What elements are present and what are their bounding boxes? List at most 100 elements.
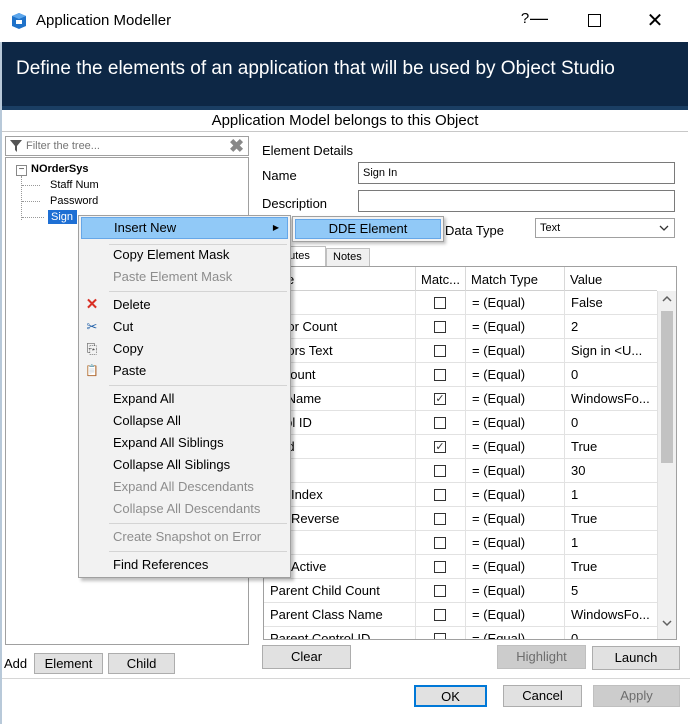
match-type[interactable]: = (Equal) (466, 387, 565, 411)
attribute-name[interactable]: Parent Control ID (264, 627, 416, 639)
tree-item-staff-num[interactable]: Staff Num (50, 179, 99, 191)
table-row[interactable]: ntrol ID= (Equal)0 (264, 411, 657, 435)
name-field[interactable] (358, 162, 675, 184)
menu-item-delete[interactable]: ✕ Delete (81, 294, 288, 316)
description-field[interactable] (358, 190, 675, 212)
minimize-button[interactable]: — (530, 8, 548, 29)
match-checkbox[interactable]: ✓ (434, 393, 446, 405)
table-row[interactable]: ive= (Equal)False (264, 291, 657, 315)
match-type[interactable]: = (Equal) (466, 435, 565, 459)
menu-item-insert-new[interactable]: Insert New ▶ (81, 217, 288, 239)
attribute-value[interactable]: WindowsFo... (565, 387, 657, 411)
match-checkbox[interactable] (434, 513, 446, 525)
match-checkbox[interactable] (434, 321, 446, 333)
menu-item-find-references[interactable]: Find References (81, 554, 288, 576)
table-row[interactable]: tch Index = (Equal) 1 (264, 483, 657, 507)
attribute-value[interactable]: 5 (565, 579, 657, 603)
tree-item-sign-in[interactable]: Sign (48, 210, 78, 224)
attribute-value[interactable]: WindowsFo... (565, 603, 657, 627)
tab-notes[interactable]: Notes (326, 248, 370, 266)
attributes-grid[interactable]: ame Matc... Match Type Value ive= (Equal… (263, 266, 677, 640)
match-type[interactable]: = (Equal) (466, 459, 565, 483)
table-row[interactable]: ght= (Equal)30 (264, 459, 657, 483)
match-type[interactable]: = (Equal) (466, 531, 565, 555)
highlight-button[interactable]: Highlight (497, 645, 586, 669)
match-checkbox[interactable] (434, 537, 446, 549)
match-type[interactable]: = (Equal) (466, 627, 565, 639)
add-child-button[interactable]: Child (108, 653, 175, 674)
column-header-value[interactable]: Value (565, 267, 657, 291)
add-element-button[interactable]: Element (34, 653, 103, 674)
match-type[interactable]: = (Equal) (466, 291, 565, 315)
submenu-item-dde-element[interactable]: DDE Element (295, 219, 441, 239)
scroll-thumb[interactable] (661, 311, 673, 463)
table-row[interactable]: bled✓= (Equal)True (264, 435, 657, 459)
attribute-value[interactable]: True (565, 435, 657, 459)
grid-scrollbar[interactable] (657, 291, 676, 639)
match-checkbox[interactable] (434, 609, 446, 621)
match-checkbox[interactable] (434, 561, 446, 573)
scroll-up-icon[interactable] (662, 295, 672, 303)
attribute-name[interactable]: Parent Class Name (264, 603, 416, 627)
menu-item-paste[interactable]: 📋 Paste (81, 360, 288, 382)
table-row[interactable]: Parent Child Count = (Equal) 5 (264, 579, 657, 603)
attribute-value[interactable]: 30 (565, 459, 657, 483)
attribute-value[interactable]: False (565, 291, 657, 315)
tree-item-password[interactable]: Password (50, 195, 98, 207)
match-type[interactable]: = (Equal) (466, 579, 565, 603)
apply-button[interactable]: Apply (593, 685, 680, 707)
match-type[interactable]: = (Equal) (466, 339, 565, 363)
attribute-value[interactable]: 0 (565, 627, 657, 639)
attribute-value[interactable]: Sign in <U... (565, 339, 657, 363)
menu-item-copy[interactable]: ⎘ Copy (81, 338, 288, 360)
tree-root-node[interactable]: NOrderSys (31, 163, 88, 175)
attribute-value[interactable]: True (565, 555, 657, 579)
match-checkbox[interactable] (434, 345, 446, 357)
menu-item-cut[interactable]: ✂ Cut (81, 316, 288, 338)
match-checkbox[interactable] (434, 585, 446, 597)
table-row[interactable]: d Count = (Equal) 0 (264, 363, 657, 387)
data-type-select[interactable]: Text (535, 218, 675, 238)
match-type[interactable]: = (Equal) (466, 483, 565, 507)
clear-button[interactable]: Clear (262, 645, 351, 669)
menu-item-expand-all-siblings[interactable]: Expand All Siblings (81, 432, 288, 454)
match-checkbox[interactable] (434, 489, 446, 501)
attribute-value[interactable]: True (565, 507, 657, 531)
ok-button[interactable]: OK (414, 685, 487, 707)
cancel-button[interactable]: Cancel (503, 685, 582, 707)
menu-item-expand-all[interactable]: Expand All (81, 388, 288, 410)
attribute-value[interactable]: 0 (565, 411, 657, 435)
filter-input[interactable] (26, 138, 221, 154)
tree-filter[interactable]: ✖ (5, 136, 249, 156)
table-row[interactable]: estor Count = (Equal) 2 (264, 315, 657, 339)
column-header-match-type[interactable]: Match Type (466, 267, 565, 291)
match-checkbox[interactable] (434, 417, 446, 429)
menu-item-collapse-all[interactable]: Collapse All (81, 410, 288, 432)
match-checkbox[interactable] (434, 369, 446, 381)
attribute-value[interactable]: 1 (565, 531, 657, 555)
scroll-down-icon[interactable] (662, 619, 672, 627)
match-checkbox[interactable]: ✓ (434, 441, 446, 453)
match-checkbox[interactable] (434, 297, 446, 309)
match-type[interactable]: = (Equal) (466, 315, 565, 339)
table-row[interactable]: estors Text = (Equal) Sign in <U... (264, 339, 657, 363)
table-row[interactable]: Parent Control ID = (Equal) 0 (264, 627, 657, 639)
match-checkbox[interactable] (434, 633, 446, 639)
maximize-button[interactable] (588, 14, 601, 27)
launch-button[interactable]: Launch (592, 646, 680, 670)
table-row[interactable]: tch Reverse = (Equal) True (264, 507, 657, 531)
collapse-toggle-icon[interactable]: − (16, 165, 27, 176)
match-type[interactable]: = (Equal) (466, 555, 565, 579)
match-type[interactable]: = (Equal) (466, 507, 565, 531)
attribute-value[interactable]: 1 (565, 483, 657, 507)
match-type[interactable]: = (Equal) (466, 603, 565, 627)
attribute-value[interactable]: 2 (565, 315, 657, 339)
match-type[interactable]: = (Equal) (466, 363, 565, 387)
table-row[interactable]: ent Active = (Equal) True (264, 555, 657, 579)
attribute-name[interactable]: Parent Child Count (264, 579, 416, 603)
attribute-value[interactable]: 0 (565, 363, 657, 387)
clear-filter-icon[interactable]: ✖ (229, 136, 244, 157)
menu-item-copy-element-mask[interactable]: Copy Element Mask (81, 244, 288, 266)
table-row[interactable]: Parent Class Name = (Equal) WindowsFo... (264, 603, 657, 627)
close-button[interactable]: ✕ (644, 8, 666, 33)
